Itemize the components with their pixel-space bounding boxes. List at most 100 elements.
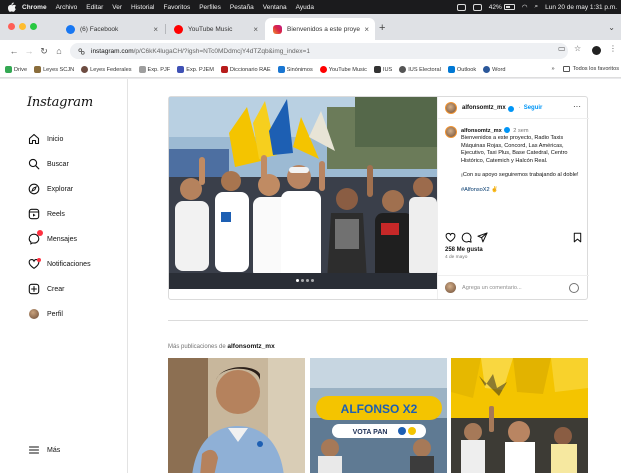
all-bookmarks-button[interactable]: Todos los favoritos bbox=[573, 66, 619, 72]
author-avatar[interactable] bbox=[445, 101, 457, 114]
caption-text: Bienvenidos a este proyecto, Radio Taxis… bbox=[461, 135, 568, 164]
zoom-window-button[interactable] bbox=[30, 23, 37, 30]
separator-dot: · bbox=[518, 104, 521, 111]
menu-ayuda[interactable]: Ayuda bbox=[296, 4, 314, 11]
bookmark-star-icon[interactable]: ☆ bbox=[574, 44, 581, 53]
chrome-menu-icon[interactable]: ⋮ bbox=[609, 44, 617, 53]
bookmark-ius[interactable]: IUS bbox=[373, 66, 393, 73]
tab-facebook[interactable]: (6) Facebook × bbox=[58, 18, 164, 40]
post-side-panel: alfonsomtz_mx · Seguir ··· alfonsomtz_mx… bbox=[437, 97, 589, 299]
bookmark-outlook[interactable]: Outlook bbox=[447, 66, 476, 73]
menu-ver[interactable]: Ver bbox=[112, 4, 122, 11]
avatar bbox=[28, 308, 40, 320]
like-heart-icon[interactable] bbox=[445, 232, 456, 243]
sidebar-item-label: Más bbox=[47, 446, 61, 454]
compass-icon bbox=[28, 183, 40, 195]
menu-archivo[interactable]: Archivo bbox=[56, 4, 78, 11]
bookmark-leyes-federales[interactable]: Leyes Federales bbox=[81, 66, 132, 73]
caption-author-avatar[interactable] bbox=[445, 126, 457, 138]
bookmark-exp-pjem[interactable]: Exp. PJEM bbox=[177, 66, 214, 73]
follow-button[interactable]: Seguir bbox=[524, 105, 543, 111]
post-actions bbox=[445, 232, 583, 244]
sidebar-item-explorar[interactable]: Explorar bbox=[28, 183, 73, 195]
share-icon[interactable] bbox=[477, 232, 488, 243]
sidebar-item-inicio[interactable]: Inicio bbox=[28, 133, 63, 145]
scales-icon bbox=[34, 66, 42, 73]
close-tab-icon[interactable]: × bbox=[364, 25, 369, 34]
sidebar-item-perfil[interactable]: Perfil bbox=[28, 308, 63, 320]
bookmarks-overflow-button[interactable]: » bbox=[552, 66, 555, 72]
bookmark-rae[interactable]: Diccionario RAE bbox=[220, 66, 271, 73]
wifi-icon[interactable]: ◠ bbox=[522, 3, 528, 11]
tab-youtube-music[interactable]: YouTube Music × bbox=[166, 18, 264, 40]
instagram-logo[interactable]: Instagram bbox=[27, 95, 93, 110]
more-post-thumbnail[interactable]: ALFONSO X2 VOTA PAN bbox=[310, 358, 447, 473]
menu-app-name[interactable]: Chrome bbox=[22, 4, 47, 11]
more-posts-username[interactable]: alfonsomtz_mx bbox=[227, 343, 274, 350]
bookmark-label: YouTube Music bbox=[328, 66, 367, 73]
sidebar-item-mensajes[interactable]: Mensajes bbox=[28, 230, 77, 245]
tab-search-chevron-icon[interactable]: ⌄ bbox=[608, 23, 615, 32]
bookmark-word[interactable]: Word bbox=[483, 66, 505, 73]
caption-text-2: ¡Con su apoyo seguiremos trabajando al d… bbox=[461, 172, 579, 179]
notification-badge bbox=[37, 230, 43, 236]
profile-avatar[interactable] bbox=[592, 46, 601, 55]
caption-username[interactable]: alfonsomtz_mx bbox=[461, 128, 502, 134]
comment-input[interactable]: Agrega un comentario... bbox=[462, 285, 522, 291]
reload-button[interactable]: ↻ bbox=[37, 44, 51, 58]
cast-icon[interactable]: ▭ bbox=[558, 44, 566, 53]
sidebar-item-label: Reels bbox=[47, 210, 65, 218]
forward-button[interactable]: → bbox=[22, 44, 36, 58]
campaign-crowd-photo bbox=[169, 97, 437, 289]
bookmark-sinonimos[interactable]: Sinónimos bbox=[277, 66, 313, 73]
search-icon[interactable]: ⌕ bbox=[534, 3, 538, 11]
emoji-icon[interactable] bbox=[569, 283, 579, 293]
new-tab-button[interactable]: + bbox=[379, 22, 385, 34]
menubar-clock[interactable]: Lun 20 de may 1:31 p.m. bbox=[545, 4, 617, 11]
sidebar-item-reels[interactable]: Reels bbox=[28, 208, 65, 220]
thumbnail-rally-photo bbox=[451, 358, 588, 473]
sidebar-item-crear[interactable]: Crear bbox=[28, 283, 65, 295]
hashtag-link[interactable]: #AlfonsoX2 ✌️ bbox=[461, 187, 498, 193]
tab-instagram-active[interactable]: Bienvenidos a este proyecto × bbox=[265, 18, 375, 40]
apple-icon[interactable] bbox=[8, 2, 16, 12]
close-tab-icon[interactable]: × bbox=[253, 25, 258, 34]
menu-ventana[interactable]: Ventana bbox=[263, 4, 287, 11]
menu-pestana[interactable]: Pestaña bbox=[230, 4, 254, 11]
instagram-sidebar: Instagram Inicio Buscar Explorar Reels M… bbox=[0, 79, 128, 473]
comment-icon[interactable] bbox=[461, 232, 472, 243]
menu-perfiles[interactable]: Perfiles bbox=[199, 4, 221, 11]
home-button[interactable]: ⌂ bbox=[52, 44, 66, 58]
more-options-icon[interactable]: ··· bbox=[573, 102, 581, 111]
bookmark-label: IUS bbox=[382, 66, 393, 73]
more-post-thumbnail[interactable] bbox=[451, 358, 588, 473]
bookmark-youtube-music[interactable]: YouTube Music bbox=[319, 66, 367, 73]
close-tab-icon[interactable]: × bbox=[153, 25, 158, 34]
menu-editar[interactable]: Editar bbox=[86, 4, 103, 11]
author-username[interactable]: alfonsomtz_mx bbox=[462, 105, 506, 111]
save-bookmark-icon[interactable] bbox=[572, 232, 583, 243]
more-post-thumbnail[interactable] bbox=[168, 358, 305, 473]
like-count[interactable]: 258 Me gusta bbox=[445, 247, 483, 253]
address-bar[interactable]: instagram.com/p/C6kK4lugaCH/?igsh=NTc0MD… bbox=[70, 43, 568, 59]
close-window-button[interactable] bbox=[8, 23, 15, 30]
menu-favoritos[interactable]: Favoritos bbox=[163, 4, 190, 11]
bookmark-label: Exp. PJF bbox=[147, 66, 171, 73]
bookmark-exp-pjf[interactable]: Exp. PJF bbox=[138, 66, 171, 73]
sidebar-item-mas[interactable]: Más bbox=[28, 444, 60, 456]
drive-icon bbox=[5, 66, 12, 73]
back-button[interactable]: ← bbox=[7, 44, 21, 58]
battery-indicator[interactable]: 42% bbox=[489, 4, 515, 11]
post-photo[interactable] bbox=[169, 97, 437, 289]
minimize-window-button[interactable] bbox=[19, 23, 26, 30]
menu-historial[interactable]: Historial bbox=[131, 4, 154, 11]
status-icon[interactable] bbox=[472, 3, 482, 11]
sidebar-item-buscar[interactable]: Buscar bbox=[28, 158, 69, 170]
bookmark-leyes-scjn[interactable]: Leyes SCJN bbox=[34, 66, 74, 73]
bookmark-drive[interactable]: Drive bbox=[5, 66, 27, 73]
site-info-icon[interactable] bbox=[78, 47, 85, 55]
status-icon[interactable] bbox=[456, 3, 466, 11]
sidebar-item-notificaciones[interactable]: Notificaciones bbox=[28, 258, 91, 270]
battery-percent: 42% bbox=[488, 3, 502, 11]
bookmark-ius-electoral[interactable]: IUS Electoral bbox=[399, 66, 441, 73]
